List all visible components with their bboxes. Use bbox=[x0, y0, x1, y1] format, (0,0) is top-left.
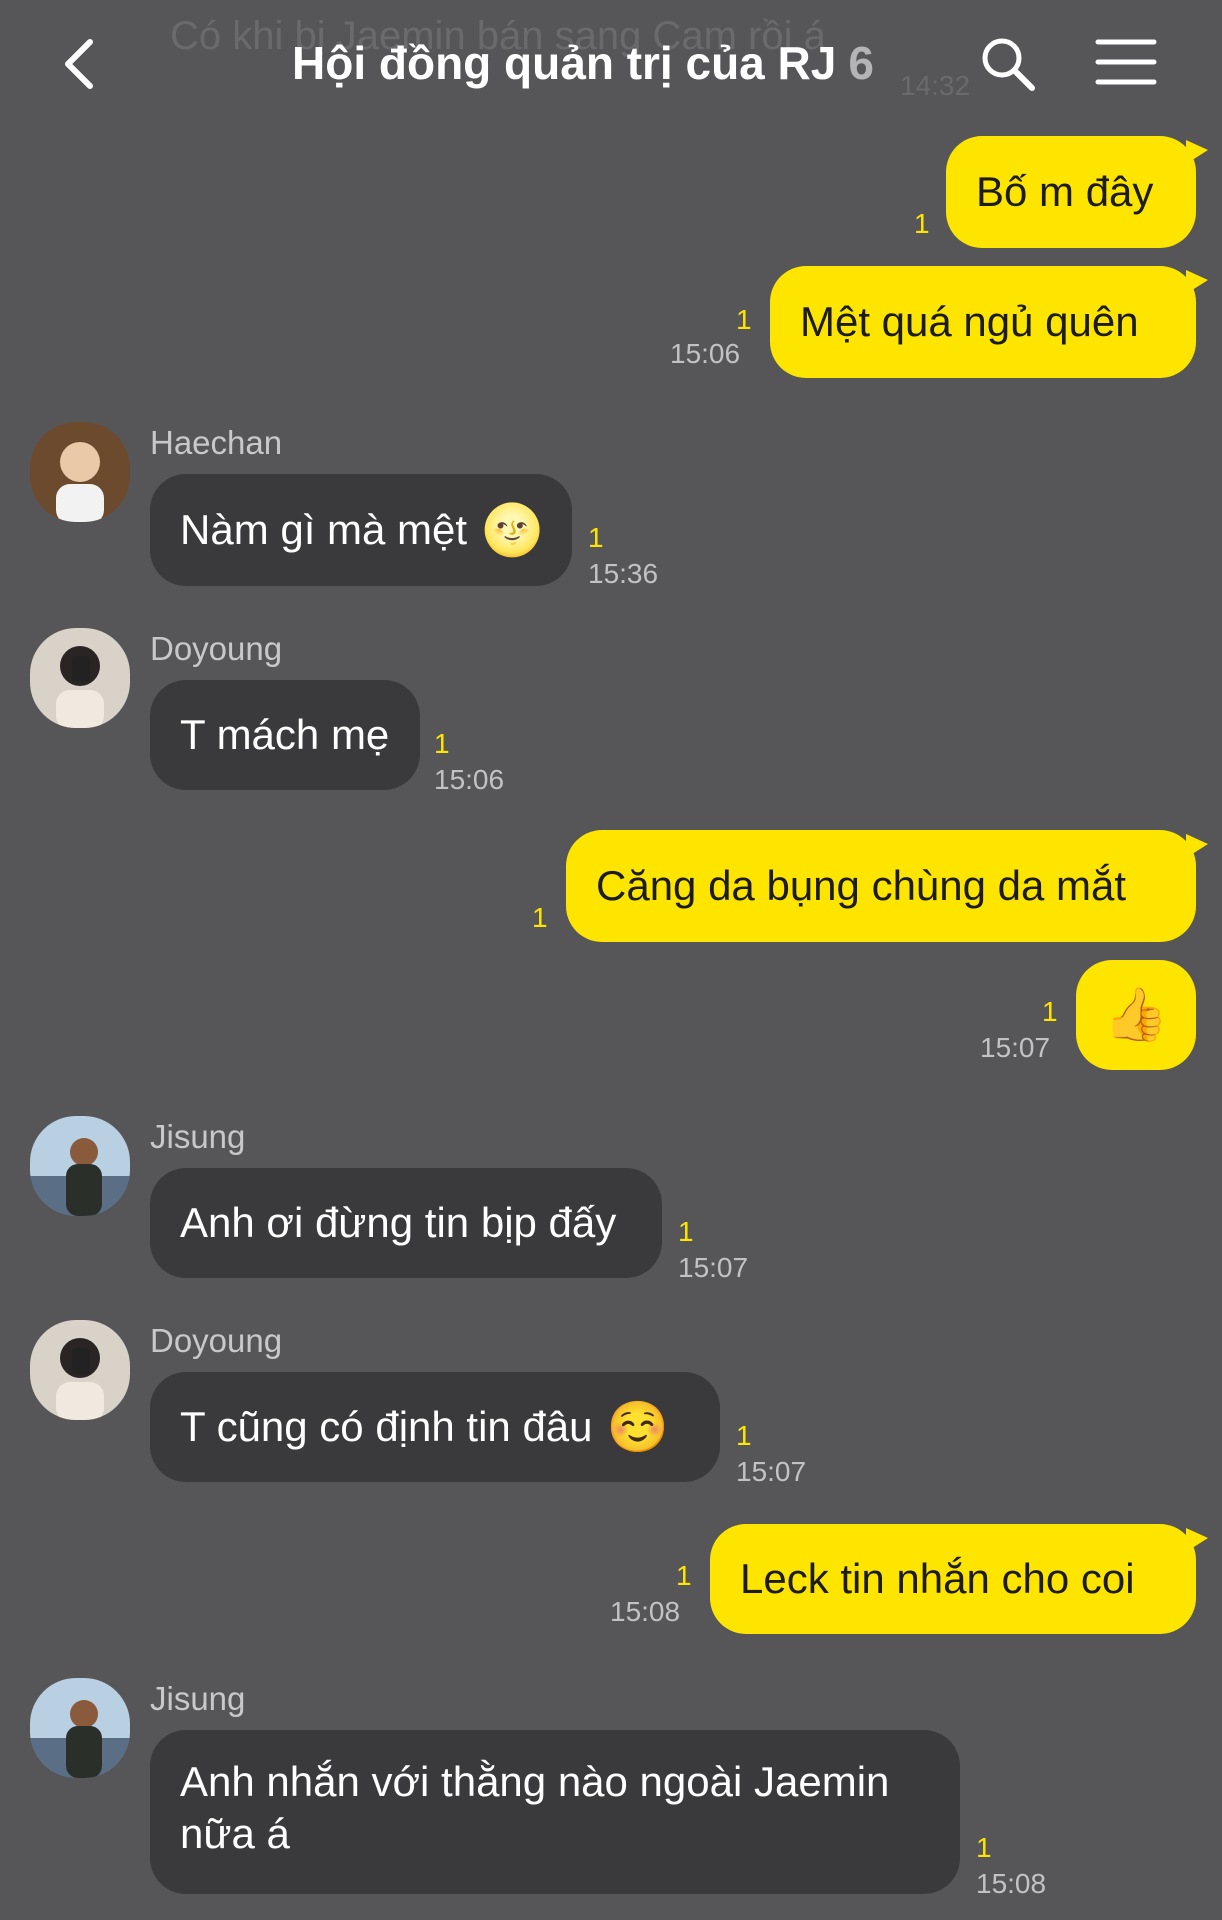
unread-count: 1 bbox=[1042, 996, 1058, 1027]
bubble-tail bbox=[1186, 834, 1208, 858]
message-text: Anh nhắn với thằng nào ngoài Jaemin nữa … bbox=[180, 1758, 890, 1857]
avatar[interactable] bbox=[30, 1320, 130, 1420]
back-arrow-icon[interactable] bbox=[56, 34, 106, 94]
unread-count: 1 bbox=[678, 1216, 694, 1247]
smiling-face-emoji: ☺️ bbox=[606, 1399, 669, 1455]
unread-count: 1 bbox=[434, 728, 450, 759]
avatar[interactable] bbox=[30, 628, 130, 728]
sender-name: Jisung bbox=[150, 1118, 246, 1155]
avatar[interactable] bbox=[30, 1678, 130, 1778]
unread-count: 1 bbox=[588, 522, 604, 553]
message-bubble[interactable]: Anh nhắn với thằng nào ngoài Jaemin nữa … bbox=[150, 1730, 960, 1894]
sender-name: Doyoung bbox=[150, 1322, 283, 1359]
menu-icon[interactable] bbox=[1094, 36, 1158, 88]
message-bubble[interactable]: Anh ơi đừng tin bịp đấy bbox=[150, 1168, 662, 1278]
message-bubble[interactable]: Bố m đây bbox=[946, 136, 1196, 248]
message-time: 15:36 bbox=[588, 558, 659, 589]
scrolled-message-time: 14:32 bbox=[900, 70, 971, 101]
message-time: 15:06 bbox=[670, 338, 741, 369]
message-text: T mách mẹ bbox=[180, 711, 390, 758]
unread-count: 1 bbox=[676, 1560, 692, 1591]
chat-title: Hội đồng quản trị của RJ 6 bbox=[292, 36, 874, 90]
unread-count: 1 bbox=[532, 902, 548, 933]
bubble-tail bbox=[1186, 270, 1208, 294]
chat-room-name: Hội đồng quản trị của RJ bbox=[292, 37, 837, 89]
bubble-tail bbox=[1186, 1528, 1208, 1552]
message-time: 15:08 bbox=[976, 1868, 1047, 1899]
unread-count: 1 bbox=[914, 208, 930, 239]
unread-count: 1 bbox=[736, 1420, 752, 1451]
message-bubble[interactable]: 👍 bbox=[1076, 960, 1196, 1070]
message-text: Leck tin nhắn cho coi bbox=[740, 1555, 1135, 1602]
message-time: 15:07 bbox=[736, 1456, 807, 1487]
search-icon[interactable] bbox=[980, 36, 1036, 92]
unread-count: 1 bbox=[976, 1832, 992, 1863]
message-text: Anh ơi đừng tin bịp đấy bbox=[180, 1199, 617, 1246]
avatar[interactable] bbox=[30, 422, 130, 522]
member-count: 6 bbox=[848, 37, 874, 89]
message-text: Căng da bụng chùng da mắt bbox=[596, 862, 1127, 909]
message-bubble[interactable]: Leck tin nhắn cho coi bbox=[710, 1524, 1196, 1634]
message-time: 15:07 bbox=[980, 1032, 1051, 1063]
message-text: Bố m đây bbox=[976, 168, 1154, 215]
sender-name: Jisung bbox=[150, 1680, 246, 1717]
unread-count: 1 bbox=[736, 304, 752, 335]
moon-face-emoji: 🌝 bbox=[481, 502, 544, 558]
message-time: 15:08 bbox=[610, 1596, 681, 1627]
thumbs-up-emoji: 👍 bbox=[1103, 986, 1169, 1044]
message-bubble[interactable]: Mệt quá ngủ quên bbox=[770, 266, 1196, 378]
message-bubble[interactable]: Căng da bụng chùng da mắt bbox=[566, 830, 1196, 942]
message-bubble[interactable]: T cũng có định tin đâu ☺️ bbox=[150, 1372, 720, 1482]
message-text: Mệt quá ngủ quên bbox=[800, 298, 1139, 345]
message-text: T cũng có định tin đâu bbox=[180, 1403, 593, 1450]
message-text: Nàm gì mà mệt bbox=[180, 506, 468, 553]
message-time: 15:07 bbox=[678, 1252, 749, 1283]
chat-header: Có khi bị Jaemin bán sang Cam rồi á 14:3… bbox=[0, 0, 1222, 130]
message-bubble[interactable]: Nàm gì mà mệt 🌝 bbox=[150, 474, 572, 586]
bubble-tail bbox=[1186, 140, 1208, 164]
sender-name: Haechan bbox=[150, 424, 283, 461]
message-time: 15:06 bbox=[434, 764, 505, 795]
message-bubble[interactable]: T mách mẹ bbox=[150, 680, 420, 790]
sender-name: Doyoung bbox=[150, 630, 283, 667]
avatar[interactable] bbox=[30, 1116, 130, 1216]
